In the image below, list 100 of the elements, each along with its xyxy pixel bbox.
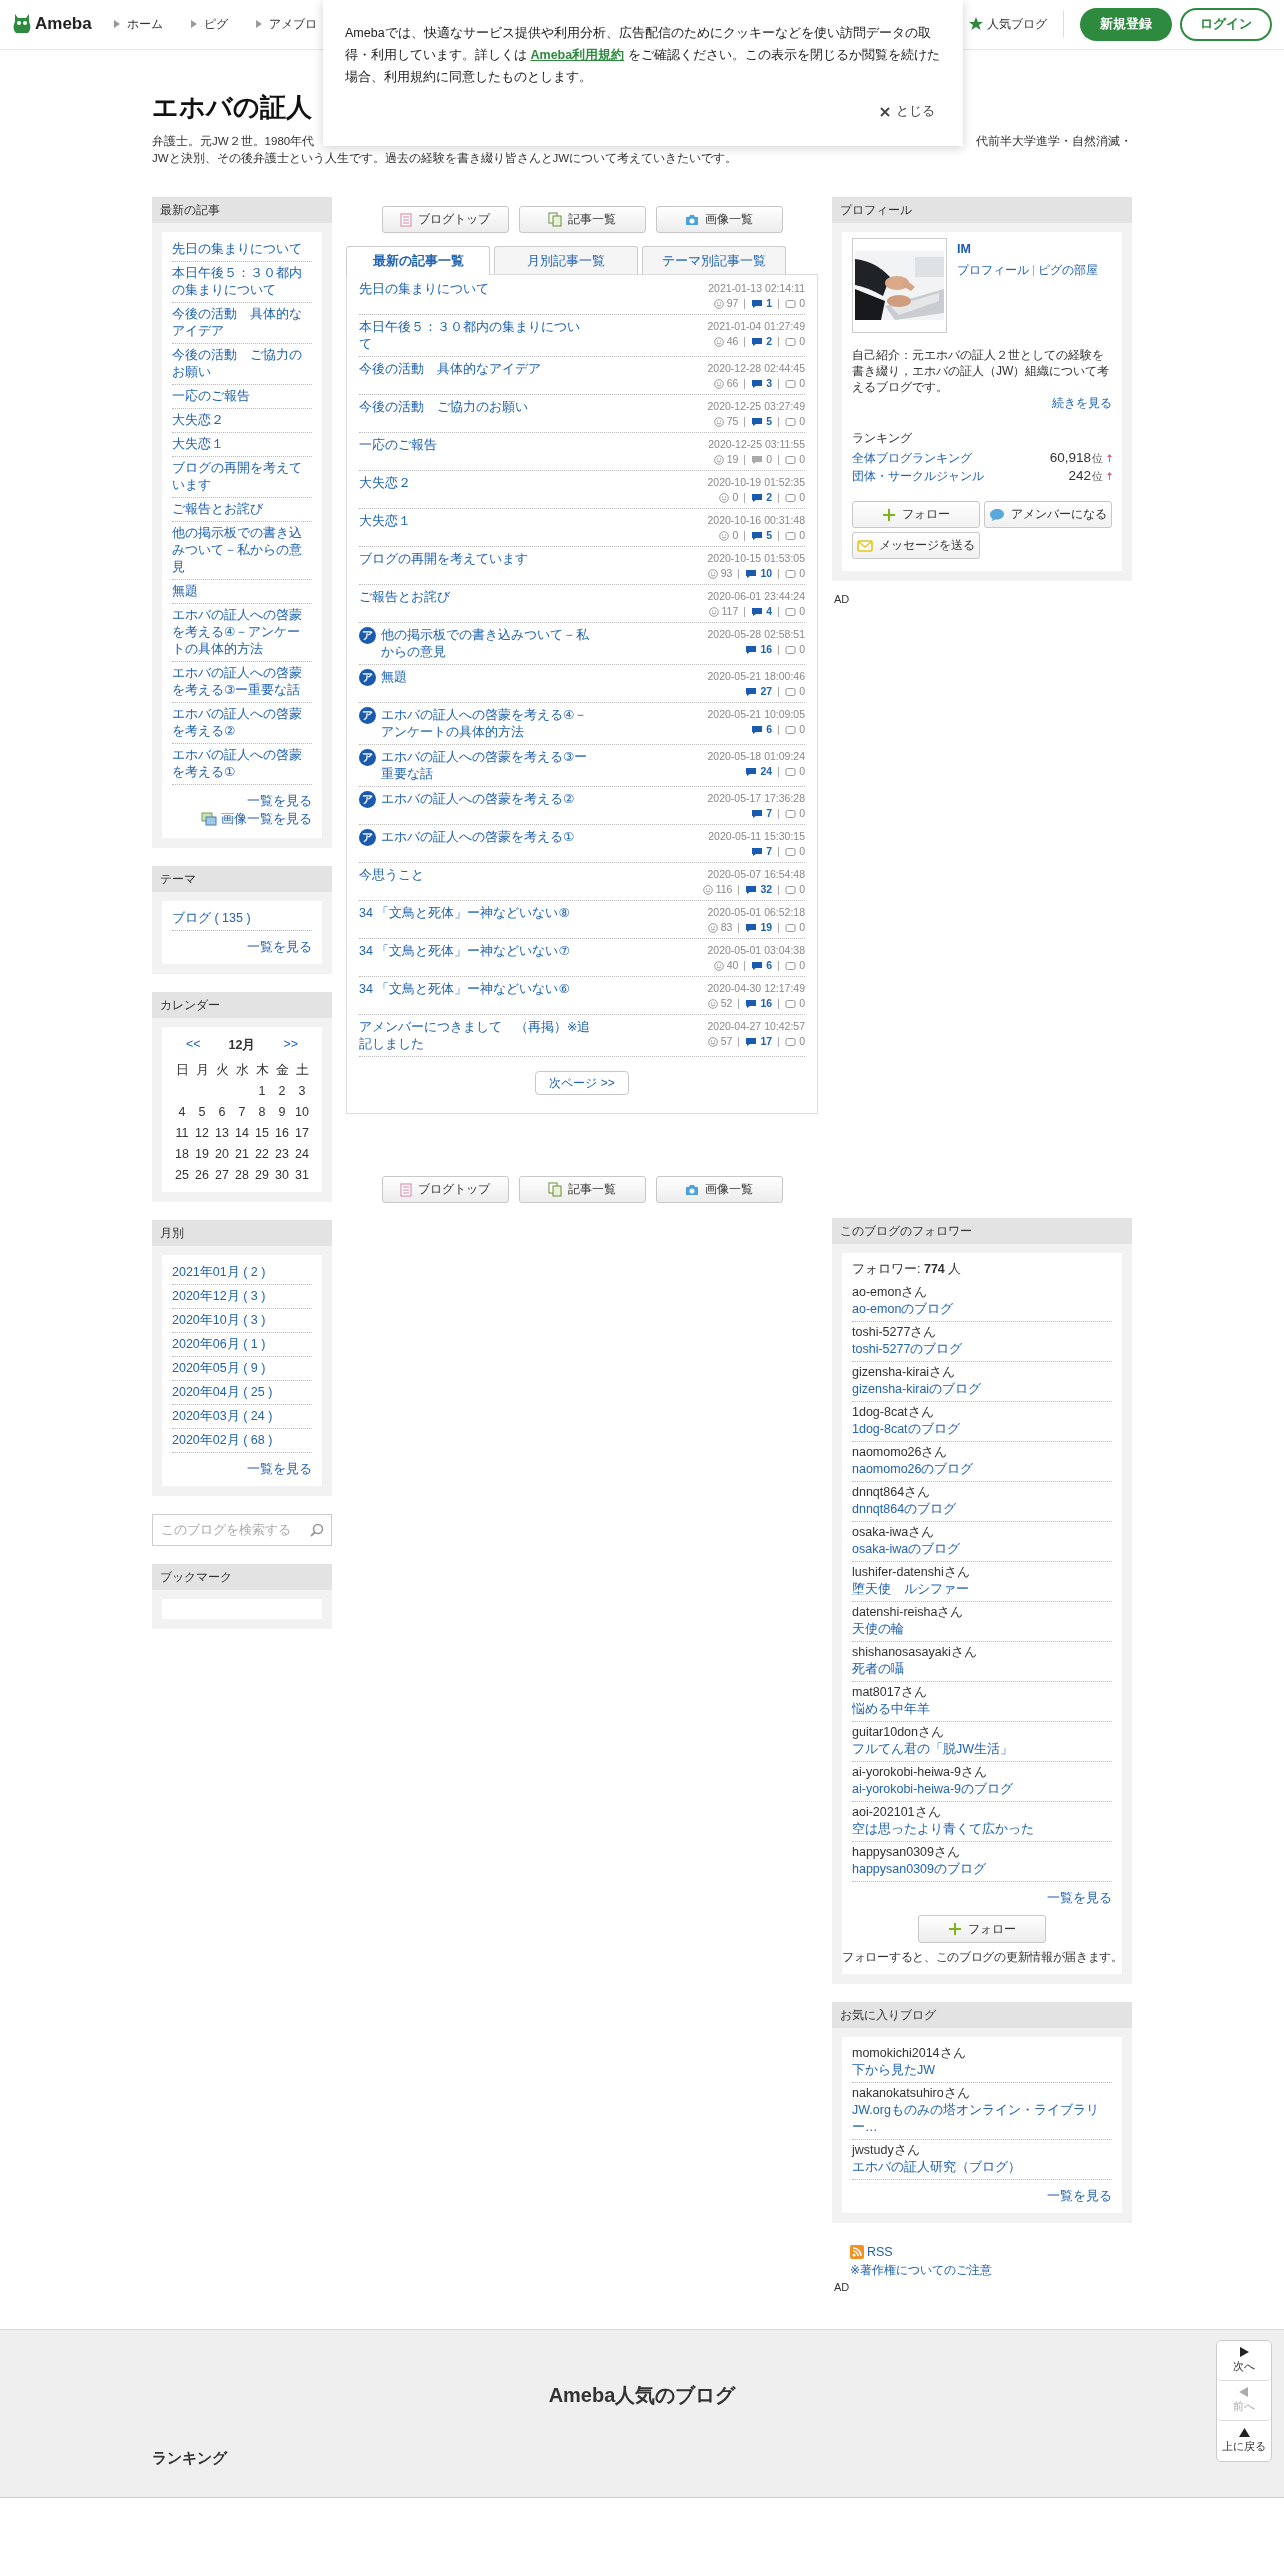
article-link[interactable]: 他の掲示板での書き込みついて－私からの意見 <box>381 627 591 661</box>
nav-link[interactable]: ホーム <box>113 15 163 33</box>
article-link[interactable]: エホバの証人への啓蒙を考える② <box>172 703 312 744</box>
article-link[interactable]: 先日の集まりについて <box>359 281 489 298</box>
article-link[interactable]: 2020年04月 ( 25 ) <box>172 1381 312 1405</box>
search-field[interactable]: このブログを検索する <box>152 1514 332 1546</box>
article-link[interactable]: エホバの証人への啓蒙を考える② <box>381 791 575 808</box>
article-link[interactable]: 今後の活動 具体的なアイデア <box>172 303 312 344</box>
more-link[interactable]: 一覧を見る <box>1047 1891 1112 1905</box>
article-link[interactable]: ブログの再開を考えています <box>172 457 312 498</box>
blog-link[interactable]: naomomo26のブログ <box>852 1461 1112 1478</box>
signup-button[interactable]: 新規登録 <box>1080 7 1172 41</box>
nav-button[interactable]: 次へ <box>1217 2341 1271 2381</box>
article-link[interactable]: 2020年03月 ( 24 ) <box>172 1405 312 1429</box>
blog-link[interactable]: 天使の輪 <box>852 1621 1112 1638</box>
article-link[interactable]: ブログ ( 135 ) <box>172 907 312 931</box>
tab-button[interactable]: 記事一覧 <box>518 206 646 233</box>
blog-link[interactable]: 空は思ったより青くて広かった <box>852 1821 1112 1838</box>
article-link[interactable]: 今後の活動 具体的なアイデア <box>359 361 541 378</box>
article-link[interactable]: 今後の活動 ご協力のお願い <box>359 399 528 416</box>
blog-link[interactable]: 下から見たJW <box>852 2062 1112 2079</box>
next-month-link[interactable]: >> <box>283 1037 299 1054</box>
nav-link[interactable]: ピグ <box>190 15 228 33</box>
tab[interactable]: 月別記事一覧 <box>494 246 638 274</box>
article-link[interactable]: 一応のご報告 <box>359 437 437 454</box>
blog-link[interactable]: dnnqt864のブログ <box>852 1501 1112 1518</box>
article-link[interactable]: エホバの証人への啓蒙を考える① <box>172 744 312 785</box>
article-link[interactable]: 2021年01月 ( 2 ) <box>172 1261 312 1285</box>
tab-button[interactable]: 画像一覧 <box>655 1176 783 1203</box>
message-button[interactable]: メッセージを送る <box>852 532 980 559</box>
terms-link[interactable]: Ameba利用規約 <box>530 48 625 62</box>
copyright-link[interactable]: ※著作権についてのご注意 <box>850 2262 993 2279</box>
next-page-button[interactable]: 次ページ >> <box>535 1071 629 1095</box>
more-link[interactable]: 一覧を見る <box>247 940 312 954</box>
article-link[interactable]: ブログの再開を考えています <box>359 551 528 568</box>
article-link[interactable]: 2020年06月 ( 1 ) <box>172 1333 312 1357</box>
article-link[interactable]: ご報告とお詫び <box>172 498 312 522</box>
blog-link[interactable]: フルてん君の「脱JW生活」 <box>852 1741 1112 1758</box>
tab-button[interactable]: ブログトップ <box>381 1176 509 1203</box>
logo-icon[interactable] <box>12 12 32 36</box>
article-link[interactable]: 2020年05月 ( 9 ) <box>172 1357 312 1381</box>
nav-link[interactable]: アメブロ <box>255 15 317 33</box>
tab-button[interactable]: 記事一覧 <box>518 1176 646 1203</box>
blog-link[interactable]: 堕天使 ルシファー <box>852 1581 1112 1598</box>
article-link[interactable]: 大失恋２ <box>172 409 312 433</box>
article-link[interactable]: 今後の活動 ご協力のお願い <box>172 344 312 385</box>
ranking-link[interactable]: 全体ブログランキング <box>852 449 972 467</box>
article-link[interactable]: ご報告とお詫び <box>359 589 450 606</box>
article-link[interactable]: 大失恋２ <box>359 475 411 492</box>
blog-link[interactable]: gizensha-kiraiのブログ <box>852 1381 1112 1398</box>
more-link[interactable]: 一覧を見る <box>1047 2189 1112 2203</box>
article-link[interactable]: 34 「文鳥と死体」ー神などいない⑧ <box>359 905 570 922</box>
blog-link[interactable]: 悩める中年羊 <box>852 1701 1112 1718</box>
blog-link[interactable]: 死者の囁 <box>852 1661 1112 1678</box>
article-link[interactable]: エホバの証人への啓蒙を考える③ー重要な話 <box>381 749 591 783</box>
article-link[interactable]: エホバの証人への啓蒙を考える③ー重要な話 <box>172 662 312 703</box>
blog-link[interactable]: ai-yorokobi-heiwa-9のブログ <box>852 1781 1112 1798</box>
article-link[interactable]: 本日午後５：３０都内の集まりについて <box>172 262 312 303</box>
popular-blogs-link[interactable]: 人気ブログ <box>969 10 1064 38</box>
search-icon[interactable] <box>310 1523 324 1537</box>
profile-link[interactable]: プロフィール <box>957 262 1029 279</box>
logo[interactable]: Ameba <box>35 14 92 34</box>
article-link[interactable]: エホバの証人への啓蒙を考える④－アンケートの具体的方法 <box>172 604 312 662</box>
tab-button[interactable]: 画像一覧 <box>655 206 783 233</box>
tab-button[interactable]: ブログトップ <box>381 206 509 233</box>
follow-button[interactable]: フォロー <box>918 1915 1046 1943</box>
pigg-room-link[interactable]: ピグの部屋 <box>1038 262 1098 279</box>
article-link[interactable]: 先日の集まりについて <box>172 238 312 262</box>
article-link[interactable]: 2020年12月 ( 3 ) <box>172 1285 312 1309</box>
blog-link[interactable]: JW.orgものみの塔オンライン・ライブラリー… <box>852 2102 1112 2136</box>
previous-month-link[interactable]: << <box>185 1037 201 1054</box>
blog-link[interactable]: osaka-iwaのブログ <box>852 1541 1112 1558</box>
article-link[interactable]: 無題 <box>381 669 407 686</box>
amember-button[interactable]: アメンバーになる <box>984 501 1112 528</box>
article-link[interactable]: 今思うこと <box>359 867 424 884</box>
blog-title[interactable]: エホバの証人 <box>152 90 312 125</box>
read-more-link[interactable]: 続きを見る <box>1052 396 1112 410</box>
article-link[interactable]: アメンバーにつきまして （再掲）※追記しました <box>359 1019 591 1053</box>
blog-link[interactable]: エホバの証人研究（ブログ） <box>852 2159 1112 2176</box>
tab[interactable]: 最新の記事一覧 <box>346 246 490 275</box>
login-button[interactable]: ログイン <box>1180 7 1272 41</box>
image-list-link[interactable]: 画像一覧を見る <box>201 810 312 828</box>
blog-link[interactable]: 1dog-8catのブログ <box>852 1421 1112 1438</box>
follow-button[interactable]: フォロー <box>852 501 980 528</box>
blog-link[interactable]: happysan0309のブログ <box>852 1861 1112 1878</box>
profile-name[interactable]: IM <box>957 242 1098 256</box>
article-link[interactable]: 一応のご報告 <box>172 385 312 409</box>
article-link[interactable]: 本日午後５：３０都内の集まりについて <box>359 319 591 353</box>
article-link[interactable]: 34 「文鳥と死体」ー神などいない⑥ <box>359 981 570 998</box>
article-link[interactable]: エホバの証人への啓蒙を考える④－アンケートの具体的方法 <box>381 707 591 741</box>
close-button[interactable]: とじる <box>874 102 941 121</box>
article-link[interactable]: 他の掲示板での書き込みついて－私からの意見 <box>172 522 312 580</box>
more-link[interactable]: 一覧を見る <box>247 794 312 808</box>
article-link[interactable]: 34 「文鳥と死体」ー神などいない⑦ <box>359 943 570 960</box>
ranking-link[interactable]: 団体・サークルジャンル <box>852 467 984 485</box>
article-link[interactable]: 無題 <box>172 580 312 604</box>
article-link[interactable]: 大失恋１ <box>359 513 411 530</box>
article-link[interactable]: エホバの証人への啓蒙を考える① <box>381 829 575 846</box>
more-link[interactable]: 一覧を見る <box>247 1462 312 1476</box>
tab[interactable]: テーマ別記事一覧 <box>642 246 786 274</box>
